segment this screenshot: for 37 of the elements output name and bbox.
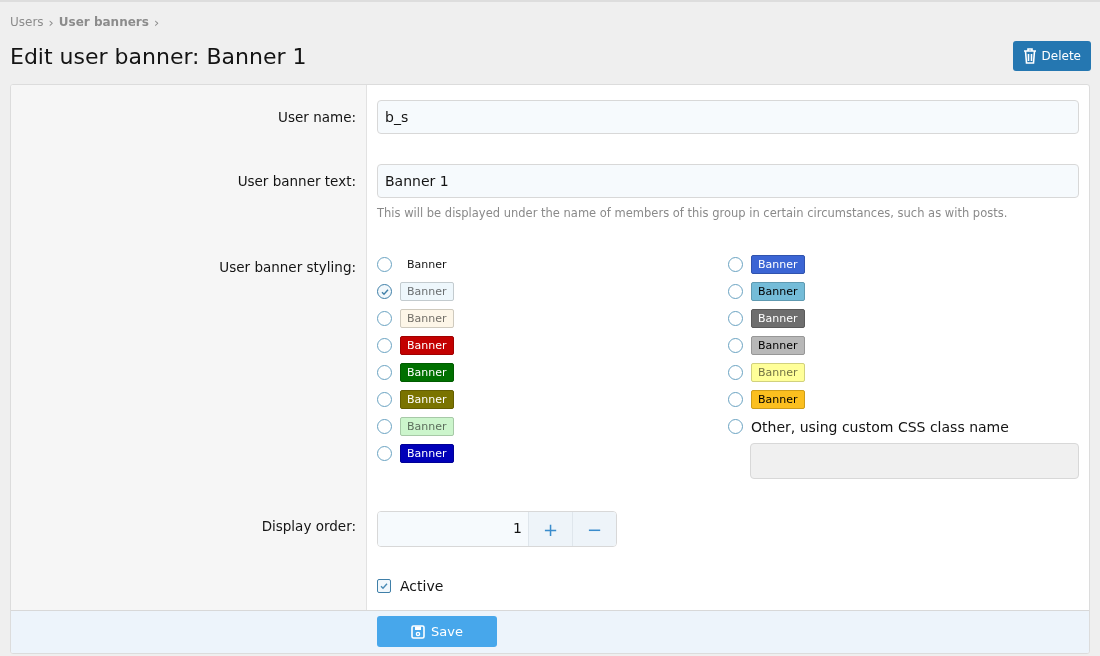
banner-option-label: Banner bbox=[406, 258, 448, 271]
breadcrumb-link[interactable]: Users bbox=[10, 15, 44, 29]
checkmark-icon bbox=[379, 581, 389, 591]
banner-preview: Banner bbox=[400, 282, 454, 301]
banner-preview: Banner bbox=[751, 282, 805, 301]
banner-preview: Banner bbox=[751, 390, 805, 409]
save-icon bbox=[411, 624, 426, 639]
input-field[interactable]: b_s bbox=[377, 100, 1079, 134]
banner-preview: Banner bbox=[400, 336, 454, 355]
trash-icon bbox=[1022, 48, 1037, 64]
field-hint: This will be displayed under the name of members of this group in certain circumstances, such as with posts. bbox=[377, 206, 1009, 220]
field-label: User name: bbox=[278, 109, 356, 125]
field-label: Display order: bbox=[261, 518, 356, 534]
breadcrumb-separator: › bbox=[48, 14, 54, 30]
banner-preview: Banner bbox=[751, 255, 805, 274]
save-button[interactable]: Save bbox=[377, 616, 497, 647]
page-title: Edit user banner: Banner 1 bbox=[10, 43, 307, 69]
option-label: Other, using custom CSS class name bbox=[751, 418, 1009, 435]
delete-button[interactable]: Delete bbox=[1012, 41, 1091, 71]
checkbox[interactable] bbox=[377, 579, 391, 593]
breadcrumb-link[interactable]: User banners bbox=[58, 15, 149, 29]
checkmark-icon bbox=[379, 286, 390, 297]
input-field[interactable]: Banner 1 bbox=[377, 164, 1079, 198]
banner-preview: Banner bbox=[400, 390, 454, 409]
breadcrumb-separator: › bbox=[153, 14, 160, 30]
checkbox-label: Active bbox=[400, 578, 444, 594]
banner-preview: Banner bbox=[400, 363, 454, 382]
banner-preview: Banner bbox=[751, 336, 805, 355]
field-label: User banner styling: bbox=[219, 259, 356, 275]
field-label: User banner text: bbox=[237, 173, 356, 189]
banner-preview: Banner bbox=[400, 309, 454, 328]
banner-preview: Banner bbox=[400, 417, 454, 436]
css-class-field[interactable] bbox=[750, 443, 1079, 479]
radio-button[interactable] bbox=[377, 284, 392, 299]
banner-preview: Banner bbox=[751, 309, 805, 328]
banner-preview: Banner bbox=[400, 444, 454, 463]
banner-preview: Banner bbox=[751, 363, 805, 382]
